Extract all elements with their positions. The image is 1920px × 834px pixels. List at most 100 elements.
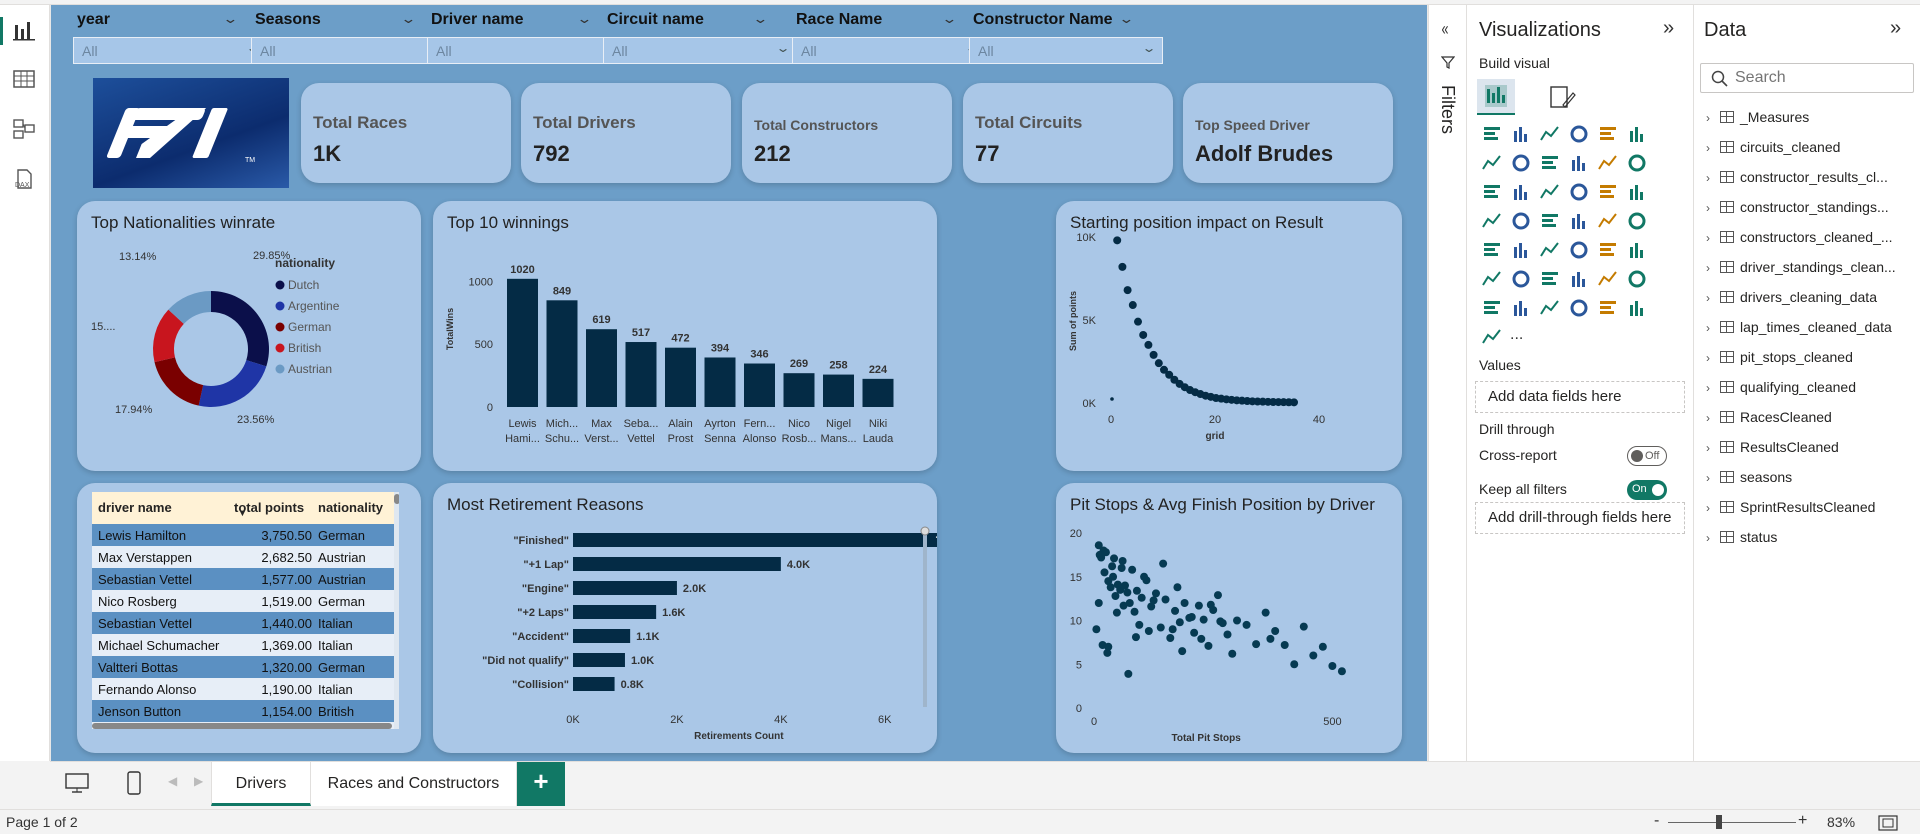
expand-left-icon[interactable]: «	[1442, 19, 1449, 40]
map-icon[interactable]	[1510, 210, 1532, 232]
table-row[interactable]: Nico Rosberg 1,519.00 German	[92, 590, 399, 612]
donut-chart-icon[interactable]	[1626, 181, 1648, 203]
clustered-column-icon[interactable]	[1568, 123, 1590, 145]
area-chart-icon[interactable]	[1510, 152, 1532, 174]
table-row[interactable]: Max Verstappen 2,682.50 Austrian	[92, 546, 399, 568]
gauge-icon[interactable]	[1626, 210, 1648, 232]
data-table-item[interactable]: › driver_standings_clean...	[1706, 259, 1920, 275]
chevron-right-icon[interactable]: ›	[1706, 171, 1720, 185]
kpi-card-total-races[interactable]: Total Races 1K	[301, 83, 511, 183]
trophy-icon[interactable]	[1481, 297, 1503, 319]
slicer-dropdown[interactable]: All⌄	[792, 37, 986, 64]
chevron-right-icon[interactable]: ›	[1706, 111, 1720, 125]
data-table-item[interactable]: › constructor_results_cl...	[1706, 169, 1920, 185]
kpi-card-top-speed-driver[interactable]: Top Speed Driver Adolf Brudes	[1183, 83, 1393, 183]
chevron-right-icon[interactable]: ›	[1706, 201, 1720, 215]
slicer-icon[interactable]	[1568, 239, 1590, 261]
100pct-bar-icon[interactable]	[1597, 123, 1619, 145]
filters-label[interactable]: Filters	[1437, 85, 1458, 134]
paginated-report-icon[interactable]	[1510, 297, 1532, 319]
next-page-icon[interactable]: ▶	[194, 774, 203, 788]
chevron-right-icon[interactable]: ›	[1706, 471, 1720, 485]
retirement-reasons-visual[interactable]: Most Retirement Reasons "Finished"7.5K"+…	[433, 483, 937, 753]
table-row[interactable]: Valtteri Bottas 1,320.00 German	[92, 656, 399, 678]
stacked-area-icon[interactable]	[1539, 152, 1561, 174]
prev-page-icon[interactable]: ◀	[168, 774, 177, 788]
table-row[interactable]: Jenson Button 1,154.00 British	[92, 700, 399, 722]
collapse-pane-icon[interactable]: »	[1890, 17, 1901, 40]
keep-filters-toggle[interactable]: On	[1627, 480, 1667, 500]
chevron-right-icon[interactable]: ›	[1706, 351, 1720, 365]
line-chart-icon[interactable]	[1481, 152, 1503, 174]
decomposition-tree-icon[interactable]	[1568, 268, 1590, 290]
chevron-right-icon[interactable]: ›	[1706, 531, 1720, 545]
format-visual-tab-icon[interactable]	[1547, 83, 1577, 113]
stacked-column-icon[interactable]	[1510, 123, 1532, 145]
donut-visual[interactable]: Top Nationalities winrate 29.85% 23.56% 17…	[77, 201, 421, 471]
zoom-slider-thumb[interactable]	[1716, 815, 1722, 829]
data-table-item[interactable]: › lap_times_cleaned_data	[1706, 319, 1920, 335]
scatter-icon[interactable]	[1568, 181, 1590, 203]
model-view-icon[interactable]	[12, 117, 36, 141]
data-table-item[interactable]: › RacesCleaned	[1706, 409, 1920, 425]
clustered-bar-icon[interactable]	[1539, 123, 1561, 145]
chevron-right-icon[interactable]: ›	[1706, 291, 1720, 305]
chevron-right-icon[interactable]: ›	[1706, 441, 1720, 455]
chevron-right-icon[interactable]: ›	[1706, 381, 1720, 395]
starting-position-visual[interactable]: Starting position impact on Result 10K 5K…	[1056, 201, 1402, 471]
treemap-icon[interactable]	[1481, 210, 1503, 232]
values-drop-zone[interactable]: Add data fields here	[1475, 381, 1685, 413]
build-visual-tab-icon[interactable]	[1477, 79, 1515, 115]
chevron-down-icon[interactable]: ⌄	[1118, 11, 1134, 27]
shape-map-icon[interactable]	[1539, 210, 1561, 232]
data-table-item[interactable]: › ResultsCleaned	[1706, 439, 1920, 455]
power-apps-icon[interactable]	[1539, 297, 1561, 319]
stacked-bar-icon[interactable]	[1481, 123, 1503, 145]
azure-map-icon[interactable]	[1568, 210, 1590, 232]
chevron-right-icon[interactable]: ›	[1706, 321, 1720, 335]
cross-report-toggle[interactable]: Off	[1627, 446, 1667, 466]
100pct-column-icon[interactable]	[1626, 123, 1648, 145]
r-visual-icon[interactable]	[1481, 268, 1503, 290]
data-table-item[interactable]: › constructors_cleaned_...	[1706, 229, 1920, 245]
chevron-right-icon[interactable]: ›	[1706, 411, 1720, 425]
line-column-icon[interactable]	[1597, 152, 1619, 174]
slicer-dropdown[interactable]: All⌄	[427, 37, 621, 64]
filters-pane-collapsed[interactable]: « Filters	[1428, 5, 1466, 761]
table-row[interactable]: Sebastian Vettel 1,577.00 Austrian	[92, 568, 399, 590]
arcgis-icon[interactable]	[1597, 210, 1619, 232]
chevron-down-icon[interactable]: ⌄	[576, 11, 592, 27]
tab-races-and-constructors[interactable]: Races and Constructors	[311, 762, 517, 806]
waterfall-icon[interactable]	[1481, 181, 1503, 203]
search-input[interactable]	[1735, 68, 1905, 88]
qna-icon[interactable]	[1597, 268, 1619, 290]
data-table-item[interactable]: › seasons	[1706, 469, 1920, 485]
kpi-card-total-constructors[interactable]: Total Constructors 212	[742, 83, 952, 183]
chevron-down-icon[interactable]: ⌄	[941, 11, 957, 27]
chevron-right-icon[interactable]: ›	[1706, 501, 1720, 515]
table-view-icon[interactable]	[12, 67, 36, 91]
ribbon-chart-icon[interactable]	[1568, 152, 1590, 174]
dax-query-view-icon[interactable]: DAX	[12, 167, 36, 191]
data-table-item[interactable]: › _Measures	[1706, 109, 1920, 125]
collapse-pane-icon[interactable]: »	[1663, 17, 1674, 40]
chevron-down-icon[interactable]: ⌄	[752, 11, 768, 27]
zoom-out-button[interactable]: -	[1654, 812, 1659, 830]
kpi-icon[interactable]	[1539, 239, 1561, 261]
card-icon[interactable]	[1481, 239, 1503, 261]
chevron-down-icon[interactable]: ⌄	[222, 11, 238, 27]
top-10-winnings-visual[interactable]: Top 10 winnings 1000 500 0 TotalWins 1020 Lew…	[433, 201, 937, 471]
data-search-box[interactable]	[1700, 63, 1914, 93]
data-table-item[interactable]: › SprintResultsCleaned	[1706, 499, 1920, 515]
chevron-right-icon[interactable]: ›	[1706, 141, 1720, 155]
data-table-item[interactable]: › drivers_cleaning_data	[1706, 289, 1920, 305]
data-table-item[interactable]: › status	[1706, 529, 1920, 545]
table-icon[interactable]	[1597, 239, 1619, 261]
data-table-item[interactable]: › qualifying_cleaned	[1706, 379, 1920, 395]
table-row[interactable]: Michael Schumacher 1,369.00 Italian	[92, 634, 399, 656]
column-header[interactable]: nationality	[318, 500, 383, 515]
python-visual-icon[interactable]	[1510, 268, 1532, 290]
multi-row-card-icon[interactable]	[1510, 239, 1532, 261]
tab-drivers[interactable]: Drivers	[211, 762, 311, 806]
filled-map-icon[interactable]	[1539, 181, 1561, 203]
